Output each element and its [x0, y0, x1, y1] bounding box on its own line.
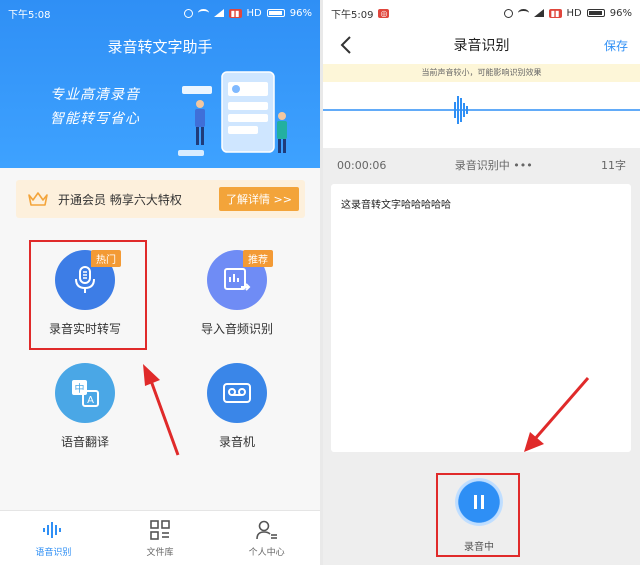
red-arrow-annotations — [143, 364, 590, 456]
